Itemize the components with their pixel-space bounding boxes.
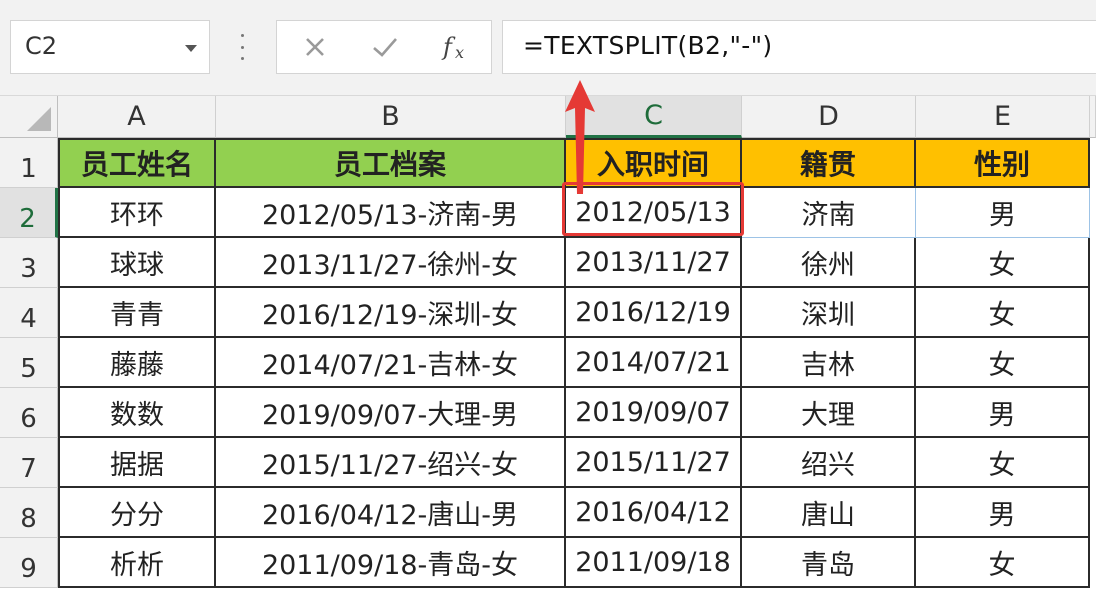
cell-b6[interactable]: 2019/09/07-大理-男 [216, 388, 566, 438]
cell-b9[interactable]: 2011/09/18-青岛-女 [216, 538, 566, 588]
header-cell-e[interactable]: 性别 [916, 138, 1090, 188]
column-header-a[interactable]: A [58, 96, 216, 138]
row-header-8[interactable]: 8 [0, 488, 58, 538]
select-all-button[interactable] [0, 96, 58, 138]
cell-d3[interactable]: 徐州 [742, 238, 916, 288]
row-header-3[interactable]: 3 [0, 238, 58, 288]
header-cell-a[interactable]: 员工姓名 [58, 138, 216, 188]
cell-a2[interactable]: 环环 [58, 188, 216, 238]
cell-e4[interactable]: 女 [916, 288, 1090, 338]
svg-text:x: x [455, 43, 464, 62]
cell-a5[interactable]: 藤藤 [58, 338, 216, 388]
cell-a9[interactable]: 析析 [58, 538, 216, 588]
cell-b2[interactable]: 2012/05/13-济南-男 [216, 188, 566, 238]
cancel-x-icon[interactable] [285, 21, 345, 73]
cell-a3[interactable]: 球球 [58, 238, 216, 288]
cell-e7[interactable]: 女 [916, 438, 1090, 488]
name-box-dropdown-icon[interactable] [185, 45, 197, 52]
cell-a6[interactable]: 数数 [58, 388, 216, 438]
header-cell-d[interactable]: 籍贯 [742, 138, 916, 188]
header-cell-b[interactable]: 员工档案 [216, 138, 566, 188]
row-header-2[interactable]: 2 [0, 188, 58, 238]
name-box[interactable]: C2 [10, 20, 210, 74]
arrow-up-icon [565, 80, 595, 194]
cell-e8[interactable]: 男 [916, 488, 1090, 538]
row-header-1[interactable]: 1 [0, 138, 58, 188]
formula-input[interactable]: =TEXTSPLIT(B2,"-") [502, 20, 1096, 74]
insert-function-icon[interactable]: fx [427, 21, 487, 73]
cell-c9[interactable]: 2011/09/18 [566, 538, 742, 588]
formula-bar-buttons: fx [276, 20, 492, 74]
cell-e2[interactable]: 男 [916, 188, 1090, 238]
cell-b7[interactable]: 2015/11/27-绍兴-女 [216, 438, 566, 488]
cell-c8[interactable]: 2016/04/12 [566, 488, 742, 538]
row-header-9[interactable]: 9 [0, 538, 58, 588]
cell-d5[interactable]: 吉林 [742, 338, 916, 388]
worksheet-grid: A B C D E 1 2 3 4 5 6 7 8 9 员工姓名 员工档案 入职时间 籍贯 性别 环环 2012/05/… [0, 96, 1096, 594]
formula-text: =TEXTSPLIT(B2,"-") [523, 31, 773, 60]
cell-c3[interactable]: 2013/11/27 [566, 238, 742, 288]
row-header-5[interactable]: 5 [0, 338, 58, 388]
cell-e3[interactable]: 女 [916, 238, 1090, 288]
cell-c6[interactable]: 2019/09/07 [566, 388, 742, 438]
column-header-filler [1090, 96, 1096, 138]
cell-d4[interactable]: 深圳 [742, 288, 916, 338]
cell-d9[interactable]: 青岛 [742, 538, 916, 588]
column-header-e[interactable]: E [916, 96, 1090, 138]
column-header-d[interactable]: D [742, 96, 916, 138]
cell-d2[interactable]: 济南 [742, 188, 916, 238]
cell-d8[interactable]: 唐山 [742, 488, 916, 538]
svg-text:f: f [441, 33, 456, 61]
cell-e6[interactable]: 男 [916, 388, 1090, 438]
cell-e9[interactable]: 女 [916, 538, 1090, 588]
formula-bar-grip-icon[interactable] [240, 34, 244, 60]
cell-c7[interactable]: 2015/11/27 [566, 438, 742, 488]
formula-bar: C2 fx =TEXTSPLIT(B2,"-") [0, 0, 1096, 96]
cell-a8[interactable]: 分分 [58, 488, 216, 538]
cell-e5[interactable]: 女 [916, 338, 1090, 388]
cell-d6[interactable]: 大理 [742, 388, 916, 438]
row-header-6[interactable]: 6 [0, 388, 58, 438]
column-header-b[interactable]: B [216, 96, 566, 138]
cell-d7[interactable]: 绍兴 [742, 438, 916, 488]
name-box-value: C2 [25, 32, 58, 60]
cell-b5[interactable]: 2014/07/21-吉林-女 [216, 338, 566, 388]
cell-b4[interactable]: 2016/12/19-深圳-女 [216, 288, 566, 338]
row-header-4[interactable]: 4 [0, 288, 58, 338]
enter-check-icon[interactable] [355, 21, 415, 73]
cell-a4[interactable]: 青青 [58, 288, 216, 338]
cell-a7[interactable]: 据据 [58, 438, 216, 488]
cell-c4[interactable]: 2016/12/19 [566, 288, 742, 338]
cell-b8[interactable]: 2016/04/12-唐山-男 [216, 488, 566, 538]
row-header-7[interactable]: 7 [0, 438, 58, 488]
cell-b3[interactable]: 2013/11/27-徐州-女 [216, 238, 566, 288]
cell-c5[interactable]: 2014/07/21 [566, 338, 742, 388]
